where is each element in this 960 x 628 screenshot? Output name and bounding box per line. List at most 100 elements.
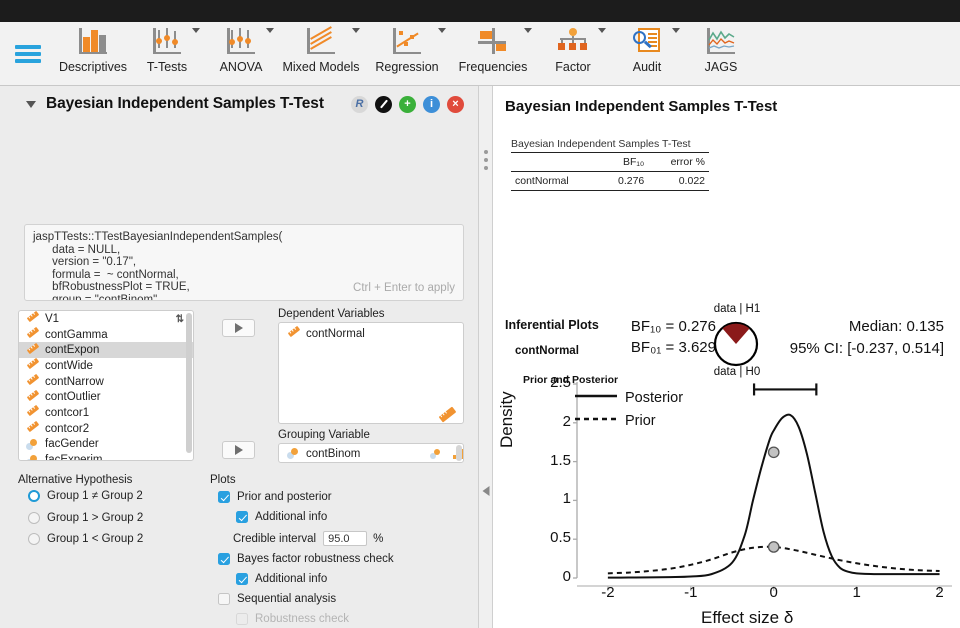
chevron-down-icon[interactable]	[352, 28, 360, 33]
checkbox-bayes-factor-robustness-check[interactable]: Bayes factor robustness check	[218, 553, 394, 565]
mixed-models-icon	[304, 26, 338, 56]
ribbon-item-regression[interactable]: Regression	[364, 22, 450, 86]
grouping-variable-box[interactable]: contBinom	[278, 443, 464, 463]
scale-type-icon	[26, 342, 40, 357]
checkbox-box	[218, 491, 230, 503]
grouping-scrollbar[interactable]	[456, 445, 462, 461]
checkbox-box	[236, 573, 248, 585]
scale-type-icon	[26, 373, 40, 388]
scale-type-icon	[287, 326, 301, 340]
credible-interval-value: 95% CI: [-0.237, 0.514]	[789, 340, 944, 357]
table-cell: contNormal	[515, 175, 569, 187]
variable-list-item[interactable]: contExpon	[19, 342, 193, 359]
checkbox-box	[236, 613, 248, 625]
checkbox-prior-and-posterior[interactable]: Prior and posterior	[218, 491, 332, 503]
ribbon-item-audit[interactable]: Audit	[610, 22, 684, 86]
checkbox-prior-posterior-additional-info[interactable]: Additional info	[236, 511, 327, 523]
ribbon-item-descriptives[interactable]: Descriptives	[56, 22, 130, 86]
triangle-down-icon[interactable]	[26, 100, 36, 108]
add-icon[interactable]: +	[399, 95, 416, 113]
ribbon-item-jags[interactable]: JAGS	[684, 22, 758, 86]
credible-interval-input[interactable]	[323, 531, 368, 546]
analysis-header: Bayesian Independent Samples T-Test R + …	[14, 86, 478, 122]
plot-canvas	[573, 382, 952, 591]
ribbon-label: Mixed Models	[282, 60, 360, 74]
collapse-arrow-icon[interactable]	[482, 486, 489, 496]
r-syntax-code: jaspTTests::TTestBayesianIndependentSamp…	[33, 231, 283, 301]
close-icon[interactable]: ×	[447, 95, 464, 113]
variable-name: contOutlier	[45, 391, 101, 404]
y-tick-label: 0.5	[550, 529, 571, 547]
dependent-variables-box[interactable]: contNormal	[278, 322, 464, 424]
scale-type-icon	[438, 406, 457, 423]
variable-list-item[interactable]: contNarrow	[19, 373, 193, 390]
nominal-type-icon	[26, 438, 39, 451]
r-syntax-box[interactable]: jaspTTests::TTestBayesianIndependentSamp…	[24, 224, 464, 301]
edit-pencil-icon[interactable]	[375, 95, 392, 113]
variable-list[interactable]: ⇅ V1 contGamma contExpon contWide contNarrow…	[18, 310, 194, 461]
title-bar	[0, 0, 960, 22]
jags-icon	[704, 26, 738, 56]
alt-hypothesis-option-2[interactable]: Group 1 < Group 2	[28, 533, 143, 545]
prior-posterior-plot: Density Effect size δ 0 0.5 1 1.5 2 2.5 -2 -1 0…	[497, 370, 955, 628]
legend-label-posterior: Posterior	[625, 390, 684, 406]
chevron-down-icon[interactable]	[524, 28, 532, 33]
info-icon[interactable]: i	[423, 95, 440, 113]
variable-name: V1	[45, 312, 60, 325]
variable-list-item[interactable]: facExperim	[19, 452, 193, 460]
ribbon-item-factor[interactable]: Factor	[536, 22, 610, 86]
sort-az-icon[interactable]: ⇅	[176, 314, 184, 325]
ribbon-label: JAGS	[704, 60, 738, 74]
variable-list-item[interactable]: contcor2	[19, 420, 193, 437]
checkbox-label: Prior and posterior	[237, 491, 332, 503]
chevron-down-icon[interactable]	[598, 28, 606, 33]
radio-dot	[28, 512, 40, 524]
plots-label: Plots	[210, 474, 236, 486]
checkbox-label: Robustness check	[255, 613, 349, 625]
variable-list-item[interactable]: contGamma	[19, 326, 193, 343]
hamburger-icon[interactable]	[0, 22, 56, 86]
variable-list-item[interactable]: contWide	[19, 358, 193, 374]
regression-icon	[390, 26, 424, 56]
ribbon-item-anova[interactable]: ANOVA	[204, 22, 278, 86]
r-syntax-hint: Ctrl + Enter to apply	[353, 282, 455, 295]
checkbox-bf-robustness-additional-info[interactable]: Additional info	[236, 573, 327, 585]
variable-list-item[interactable]: V1	[19, 311, 193, 327]
ribbon-item-t-tests[interactable]: T-Tests	[130, 22, 204, 86]
table-header-cell	[511, 153, 599, 172]
variable-list-item[interactable]: contOutlier	[19, 389, 193, 405]
bf01-value: BF₀₁ = 3.629	[630, 339, 716, 356]
ribbon-item-frequencies[interactable]: Frequencies	[450, 22, 536, 86]
checkbox-label: Sequential analysis	[237, 593, 337, 605]
wheel-label-h1: data | H1	[713, 303, 761, 315]
median-value: Median: 0.135	[848, 318, 944, 335]
chevron-down-icon[interactable]	[192, 28, 200, 33]
variable-list-item[interactable]: facGender	[19, 437, 193, 453]
alt-hypothesis-option-0[interactable]: Group 1 ≠ Group 2	[28, 490, 143, 502]
ribbon-items: Descriptives T-Tests ANOVA Mixed Models …	[56, 22, 758, 86]
scale-type-icon	[26, 405, 40, 419]
assign-dependent-button[interactable]	[222, 319, 255, 337]
frequencies-icon	[476, 26, 510, 56]
assigned-variable-item[interactable]: contNormal	[279, 326, 463, 342]
variable-list-scrollbar[interactable]	[186, 313, 192, 453]
chevron-down-icon[interactable]	[266, 28, 274, 33]
jasp-window: Descriptives T-Tests ANOVA Mixed Models …	[0, 0, 960, 628]
chevron-down-icon[interactable]	[438, 28, 446, 33]
ribbon-item-mixed-models[interactable]: Mixed Models	[278, 22, 364, 86]
checkbox-box	[218, 553, 230, 565]
checkbox-sequential-analysis[interactable]: Sequential analysis	[218, 593, 336, 605]
alt-hypothesis-option-1[interactable]: Group 1 > Group 2	[28, 512, 143, 524]
series-posterior-line	[607, 413, 940, 579]
panel-splitter[interactable]	[478, 86, 493, 628]
variable-list-item[interactable]: contcor1	[19, 405, 193, 421]
chevron-down-icon[interactable]	[672, 28, 680, 33]
scale-type-icon	[26, 389, 40, 404]
plot-x-axis-label: Effect size δ	[701, 608, 794, 627]
assign-grouping-button[interactable]	[222, 441, 255, 459]
r-syntax-icon[interactable]: R	[351, 95, 368, 113]
splitter-drag-dots-icon[interactable]	[483, 146, 488, 174]
bayes-factor-annotation: BF₁₀ = 0.276 BF₀₁ = 3.629	[586, 316, 716, 358]
y-tick-label: 1	[562, 490, 571, 508]
field-prior-posterior-credible-interval[interactable]: Credible interval %	[233, 531, 383, 546]
